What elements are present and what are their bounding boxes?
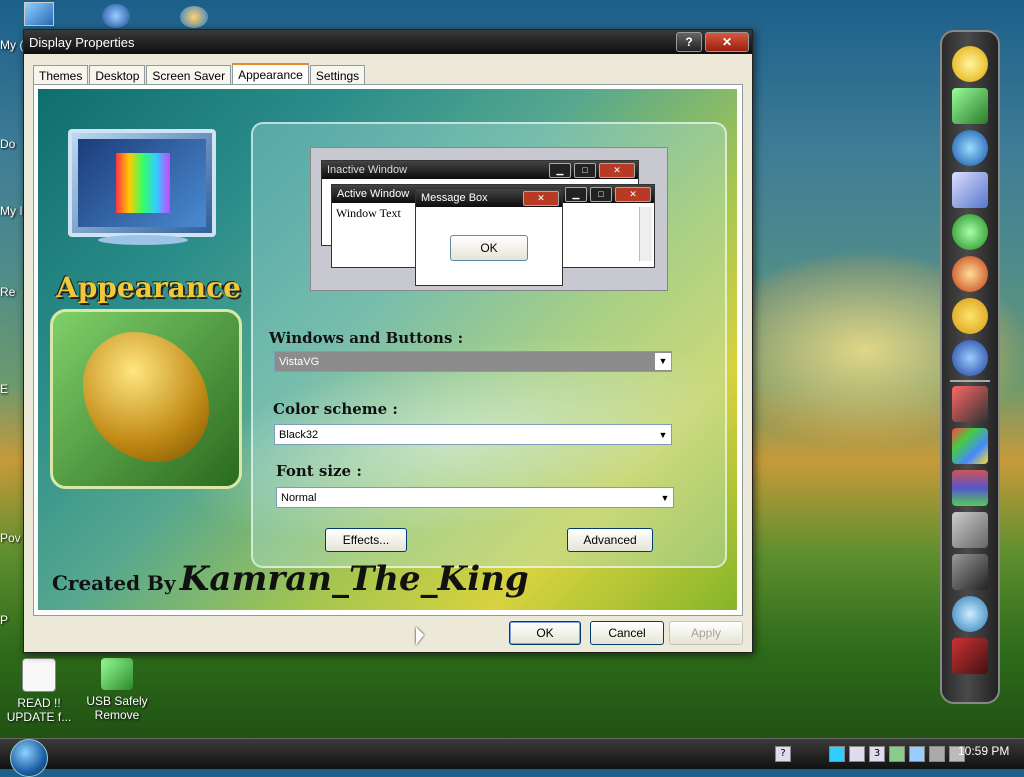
effects-button[interactable]: Effects... [325, 528, 407, 552]
color-scheme-select[interactable]: Black32 ▼ [274, 424, 672, 445]
desktop-icon-readme[interactable]: READ !! UPDATE f... [4, 658, 74, 724]
message-box-titlebar: Message Box ✕ [416, 189, 562, 207]
desktop-icon-label: READ !! UPDATE f... [6, 696, 72, 724]
system-tray: ? 3 [775, 743, 965, 765]
desktop-label-power[interactable]: Pov [0, 531, 21, 545]
apply-button[interactable]: Apply [669, 621, 743, 645]
chevron-down-icon: ▼ [660, 492, 670, 503]
minimize-icon: ▁ [549, 162, 571, 178]
text-file-icon [22, 658, 56, 692]
appearance-heading: Appearance [56, 271, 241, 304]
close-icon: ✕ [523, 190, 559, 206]
dock-smiley-icon[interactable] [952, 298, 988, 334]
dock-tools-icon[interactable] [952, 512, 988, 548]
message-box-title: Message Box [421, 192, 488, 204]
eagle-logo [50, 309, 242, 489]
taskbar-clock[interactable]: 10:59 PM [958, 744, 1009, 758]
safely-remove-tray-icon[interactable] [849, 746, 865, 762]
dock-network-icon[interactable] [952, 596, 988, 632]
desktop-label-my-computer[interactable]: My ( [0, 38, 23, 52]
mouse-cursor-icon [416, 627, 424, 645]
close-icon: ✕ [615, 186, 651, 202]
dock-windows-icon[interactable] [952, 428, 988, 464]
window-titlebar[interactable]: Display Properties ? ✕ [24, 30, 752, 54]
dock-separator [950, 380, 990, 382]
preview-message-box: Message Box ✕ OK [415, 188, 563, 286]
credit-line: Created By Kamran_The_King [52, 559, 529, 599]
advanced-button[interactable]: Advanced [567, 528, 653, 552]
application-dock [940, 30, 1000, 704]
inactive-window-titlebar: Inactive Window ▁ □ ✕ [322, 161, 638, 179]
dock-firefox-icon[interactable] [952, 256, 988, 292]
desktop-icon-label: USB Safely Remove [86, 694, 148, 722]
dock-app-icon[interactable] [952, 386, 988, 422]
eagle-icon [83, 332, 209, 462]
desktop-label-my-network[interactable]: My I [0, 204, 23, 218]
check-tray-icon[interactable] [889, 746, 905, 762]
windows-buttons-label: Windows and Buttons : [269, 329, 464, 347]
dock-monitor-icon[interactable] [952, 88, 988, 124]
chevron-down-icon: ▼ [658, 429, 668, 440]
credit-name: Kamran_The_King [179, 559, 529, 599]
messenger-icon[interactable] [180, 6, 208, 28]
windows-buttons-select[interactable]: VistaVG ▼ [274, 351, 672, 372]
ok-button[interactable]: OK [509, 621, 581, 645]
printer-tray-icon[interactable] [929, 746, 945, 762]
help-tray-icon[interactable]: ? [775, 746, 791, 762]
dock-printer-icon[interactable] [952, 554, 988, 590]
dock-browser-icon[interactable] [952, 214, 988, 250]
monitor-tray-icon[interactable] [909, 746, 925, 762]
badge-tray-icon[interactable]: 3 [869, 746, 885, 762]
monitor-screen [78, 139, 206, 227]
cancel-button[interactable]: Cancel [590, 621, 664, 645]
dock-media-icon[interactable] [952, 172, 988, 208]
appearance-panel: Appearance Inactive Window ▁ □ ✕ Active … [33, 84, 743, 616]
inactive-window-title: Inactive Window [327, 164, 408, 176]
font-size-select[interactable]: Normal ▼ [276, 487, 674, 508]
desktop-icon-usb-remove[interactable]: USB Safely Remove [82, 658, 152, 722]
monitor-stand [98, 235, 188, 245]
help-button[interactable]: ? [676, 32, 702, 52]
font-size-value: Normal [281, 491, 317, 504]
dock-logo-icon[interactable] [952, 46, 988, 82]
color-cube [116, 153, 170, 213]
preview-ok-button: OK [450, 235, 528, 261]
preview-scrollbar [639, 207, 652, 261]
monitor-icon [68, 129, 216, 237]
network-tray-icon[interactable] [829, 746, 845, 762]
display-properties-window: Display Properties ? ✕ Themes Desktop Sc… [23, 29, 753, 653]
dock-trash-icon[interactable] [952, 638, 988, 674]
dock-users-icon[interactable] [952, 340, 988, 376]
color-scheme-label: Color scheme : [273, 400, 398, 418]
window-title: Display Properties [29, 34, 135, 50]
color-scheme-value: Black32 [279, 428, 319, 441]
maximize-icon: □ [590, 186, 612, 202]
font-size-label: Font size : [276, 462, 362, 480]
chevron-down-icon: ▼ [655, 353, 671, 370]
close-button[interactable]: ✕ [705, 32, 749, 52]
my-computer-icon[interactable] [24, 2, 54, 26]
taskbar: ? 3 10:59 PM [0, 738, 1024, 777]
dock-globe-icon[interactable] [952, 130, 988, 166]
windows-buttons-value: VistaVG [279, 355, 320, 368]
appearance-skin-artwork: Appearance Inactive Window ▁ □ ✕ Active … [38, 89, 737, 610]
desktop-label-p[interactable]: P [0, 613, 8, 627]
desktop-label-explorer[interactable]: E [0, 382, 8, 396]
usb-icon [101, 658, 133, 690]
close-icon: ✕ [599, 162, 635, 178]
maximize-icon: □ [574, 162, 596, 178]
desktop-label-documents[interactable]: Do [0, 137, 15, 151]
appearance-preview: Inactive Window ▁ □ ✕ Active Window ▁ □ … [310, 147, 668, 291]
dock-books-icon[interactable] [952, 470, 988, 506]
minimize-icon: ▁ [565, 186, 587, 202]
desktop-label-recycle-bin[interactable]: Re [0, 285, 15, 299]
credit-prefix: Created By [52, 571, 176, 595]
start-button[interactable] [10, 739, 48, 777]
realplayer-icon[interactable] [102, 4, 130, 28]
